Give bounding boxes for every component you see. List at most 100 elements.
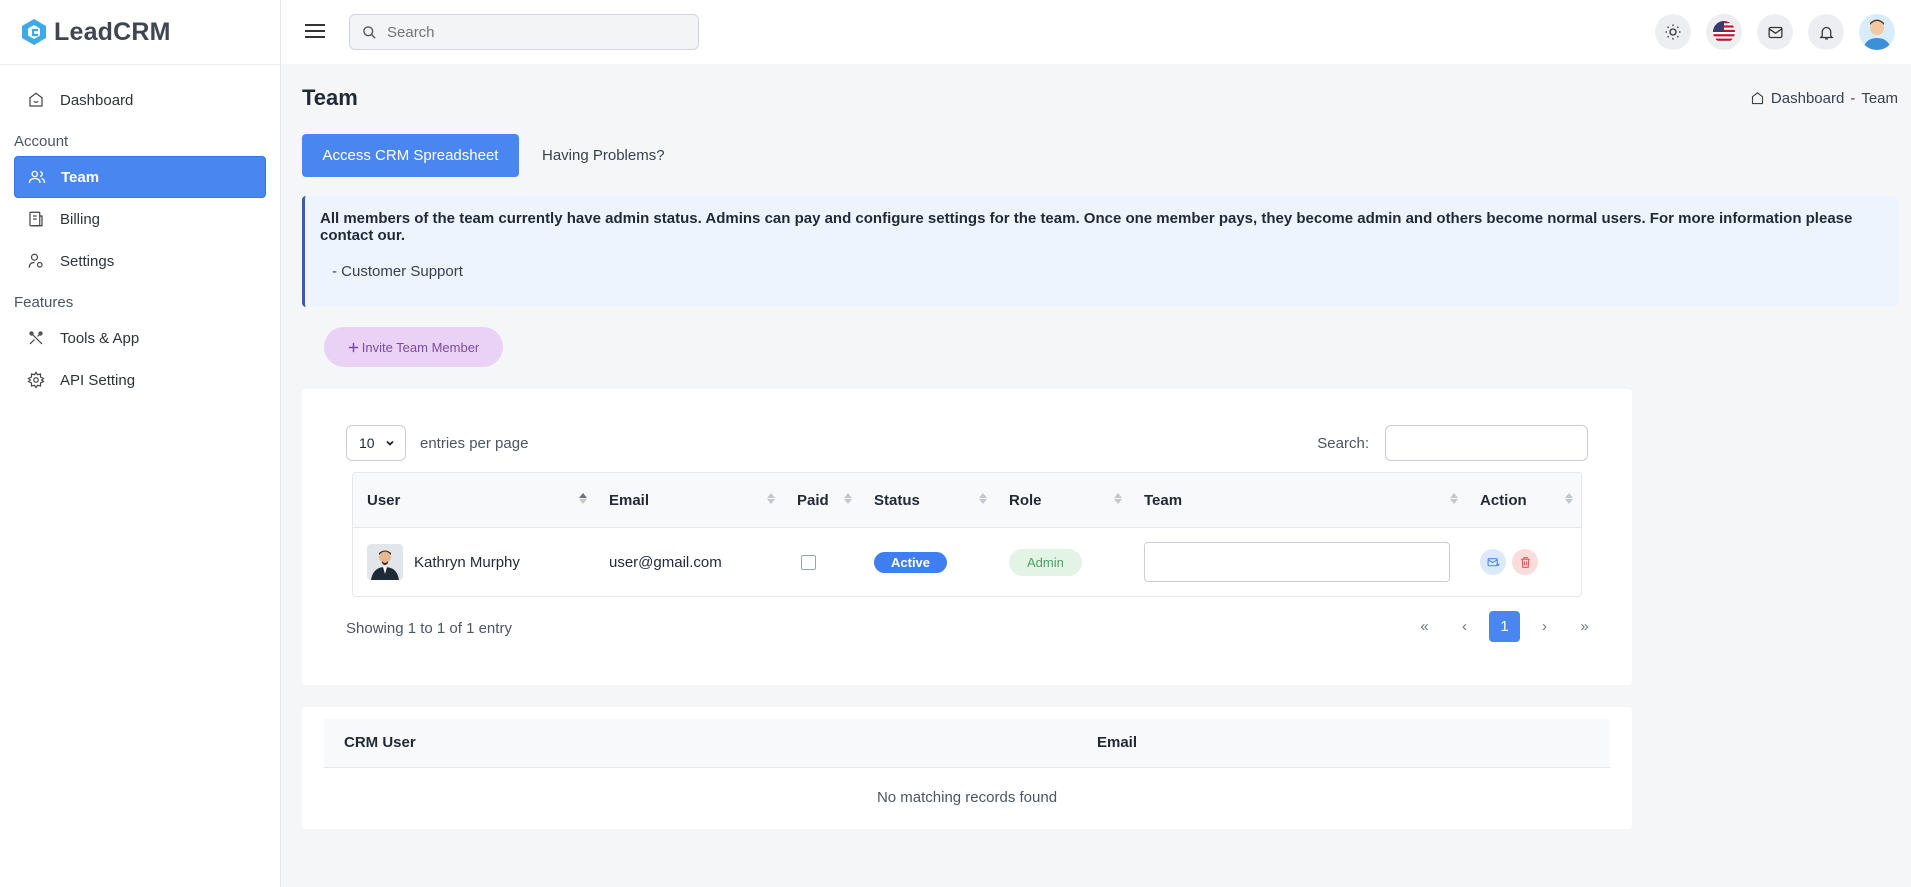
action-cell: [1466, 528, 1581, 596]
column-header-action[interactable]: Action: [1466, 473, 1581, 528]
sidebar-item-api-setting[interactable]: API Setting: [14, 359, 266, 401]
table-row: Kathryn Murphy user@gmail.com Active Adm…: [353, 528, 1581, 596]
column-header-team[interactable]: Team: [1130, 473, 1466, 528]
column-header-paid[interactable]: Paid: [783, 473, 860, 528]
menu-toggle-button[interactable]: [305, 20, 329, 44]
send-email-button[interactable]: [1480, 549, 1506, 575]
users-icon: [27, 167, 47, 187]
sidebar-item-settings[interactable]: Settings: [14, 240, 266, 282]
paid-checkbox[interactable]: [801, 554, 816, 570]
plus-icon: [348, 342, 358, 352]
mail-send-icon: [1487, 557, 1500, 566]
crm-table-header: CRM User Email: [324, 719, 1610, 768]
crm-users-card: CRM User Email No matching records found: [302, 707, 1632, 829]
language-button[interactable]: [1706, 14, 1742, 50]
sidebar: LeadCRM Dashboard Account Team Billing S…: [0, 0, 281, 887]
gear-icon: [26, 370, 46, 390]
sort-ascending-icon: [579, 492, 587, 504]
sun-icon: [1665, 24, 1681, 40]
table-search-input[interactable]: [1385, 425, 1588, 461]
sidebar-nav: Dashboard Account Team Billing Settings …: [0, 65, 280, 401]
column-header-email: Email: [1097, 734, 1138, 751]
tools-icon: [26, 328, 46, 348]
sidebar-item-label: Dashboard: [60, 91, 134, 109]
chevron-down-icon: [385, 440, 394, 446]
theme-toggle-button[interactable]: [1655, 14, 1691, 50]
table-search: Search:: [1317, 425, 1588, 461]
alert-message: All members of the team currently have a…: [320, 210, 1853, 244]
sidebar-item-label: Tools & App: [60, 329, 140, 347]
search-icon: [363, 25, 376, 39]
role-badge: Admin: [1009, 548, 1082, 576]
column-header-status[interactable]: Status: [860, 473, 995, 528]
avatar: [367, 544, 403, 580]
column-header-role[interactable]: Role: [995, 473, 1130, 528]
team-cell: [1130, 528, 1466, 596]
home-icon: [26, 90, 46, 110]
breadcrumb-current: Team: [1861, 90, 1898, 107]
having-problems-link[interactable]: Having Problems?: [542, 134, 665, 177]
page-size-select[interactable]: 10: [346, 425, 406, 461]
sidebar-item-tools[interactable]: Tools & App: [14, 317, 266, 359]
invite-button-label: Invite Team Member: [361, 339, 480, 355]
breadcrumb-separator: -: [1850, 90, 1856, 107]
role-cell: Admin: [995, 528, 1130, 596]
invite-team-member-button[interactable]: Invite Team Member: [324, 327, 503, 367]
access-crm-spreadsheet-button[interactable]: Access CRM Spreadsheet: [302, 134, 519, 177]
mail-icon: [1767, 26, 1783, 38]
page-size-value: 10: [359, 435, 375, 451]
column-header-user[interactable]: User: [353, 473, 595, 528]
page-title: Team: [302, 85, 358, 110]
next-page-button[interactable]: ›: [1529, 611, 1560, 642]
notifications-button[interactable]: [1808, 14, 1844, 50]
messages-button[interactable]: [1757, 14, 1793, 50]
table-header: User Email Paid Status Role Team Action: [353, 473, 1581, 528]
team-field[interactable]: [1144, 542, 1450, 582]
sidebar-item-label: API Setting: [60, 371, 136, 389]
last-page-button[interactable]: »: [1569, 611, 1600, 642]
sidebar-item-label: Settings: [60, 252, 115, 270]
table-search-label: Search:: [1317, 434, 1369, 452]
leadcrm-logo-icon: [22, 19, 46, 45]
user-settings-icon: [26, 251, 46, 271]
home-icon: [1751, 92, 1763, 105]
empty-state-message: No matching records found: [876, 789, 1058, 806]
invoice-icon: [26, 209, 46, 229]
user-name: Kathryn Murphy: [414, 553, 520, 571]
info-alert: All members of the team currently have a…: [302, 196, 1898, 307]
sidebar-item-billing[interactable]: Billing: [14, 198, 266, 240]
page-1-button[interactable]: 1: [1489, 611, 1520, 642]
topbar-actions: [1655, 14, 1895, 50]
status-cell: Active: [860, 528, 995, 596]
first-page-button[interactable]: «: [1409, 611, 1440, 642]
topbar: [281, 0, 1911, 64]
sort-icon: [1565, 492, 1573, 504]
previous-page-button[interactable]: ‹: [1449, 611, 1480, 642]
brand[interactable]: LeadCRM: [0, 0, 280, 65]
email-cell: user@gmail.com: [609, 553, 722, 571]
table-info: Showing 1 to 1 of 1 entry: [346, 620, 512, 637]
page-size-control: 10 entries per page: [346, 425, 528, 461]
members-table: User Email Paid Status Role Team Action …: [352, 472, 1582, 597]
sidebar-item-label: Team: [61, 168, 100, 186]
user-avatar-button[interactable]: [1859, 14, 1895, 50]
search-input[interactable]: [387, 23, 677, 41]
team-members-card: 10 entries per page Search: User Email P: [302, 389, 1632, 685]
delete-member-button[interactable]: [1512, 549, 1538, 575]
sort-icon: [844, 492, 852, 504]
column-header-crm-user: CRM User: [344, 734, 416, 751]
global-search[interactable]: [349, 14, 699, 50]
sidebar-section-features: Features: [14, 294, 74, 311]
breadcrumb-home-link[interactable]: Dashboard: [1771, 90, 1844, 107]
alert-signature: - Customer Support: [332, 263, 463, 280]
sort-icon: [1450, 492, 1458, 504]
sidebar-item-label: Billing: [60, 210, 101, 228]
pagination: « ‹ 1 › »: [1409, 611, 1600, 642]
user-photo-icon: [371, 550, 399, 580]
column-header-email[interactable]: Email: [595, 473, 783, 528]
sort-icon: [979, 492, 987, 504]
sidebar-section-account: Account: [14, 133, 69, 150]
sidebar-item-team[interactable]: Team: [14, 156, 266, 198]
sidebar-item-dashboard[interactable]: Dashboard: [14, 79, 266, 121]
sort-icon: [767, 492, 775, 504]
